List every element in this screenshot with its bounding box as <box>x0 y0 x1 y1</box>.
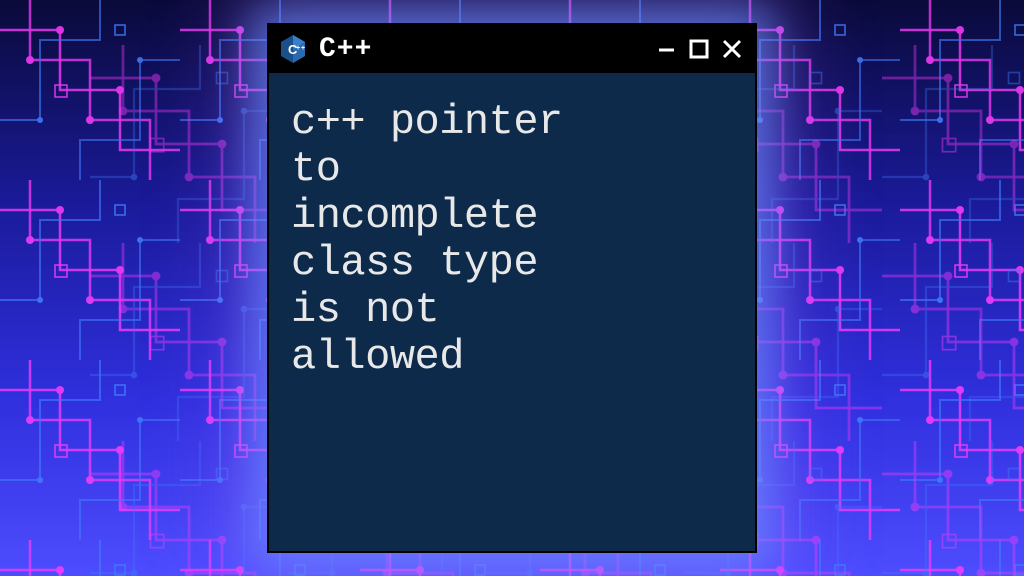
minimize-button[interactable] <box>655 36 681 62</box>
terminal-window: C + + C++ c++ pointer to incomplete clas… <box>267 23 757 553</box>
window-title: C++ <box>319 34 645 65</box>
terminal-content: c++ pointer to incomplete class type is … <box>269 73 755 407</box>
titlebar: C + + C++ <box>269 25 755 73</box>
close-button[interactable] <box>719 36 745 62</box>
cpp-logo-icon: C + + <box>277 33 309 65</box>
svg-text:+: + <box>301 45 305 52</box>
window-controls <box>655 36 745 62</box>
maximize-button[interactable] <box>687 36 713 62</box>
svg-text:+: + <box>296 45 300 52</box>
